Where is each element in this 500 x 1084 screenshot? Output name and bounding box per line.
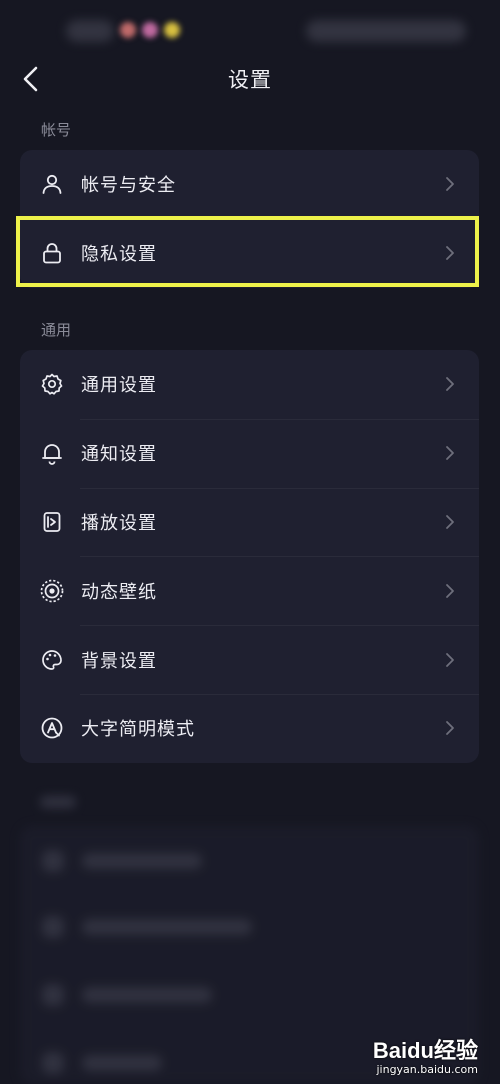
settings-item-large-text-mode[interactable]: 大字简明模式	[20, 693, 479, 763]
settings-item-label: 动态壁纸	[81, 581, 157, 603]
user-icon	[39, 171, 65, 197]
settings-item-label: 大字简明模式	[81, 719, 195, 741]
blurred-icon	[42, 1052, 64, 1074]
top-bar: 设置	[0, 55, 500, 103]
settings-item-account-security[interactable]: 帐号与安全	[20, 150, 479, 219]
status-bar	[0, 0, 500, 60]
live-wallpaper-icon	[39, 578, 65, 604]
watermark-logo: Baidu经验	[372, 1038, 478, 1063]
settings-item-label: 帐号与安全	[81, 175, 176, 197]
section-label-general: 通用	[41, 321, 72, 339]
blurred-section-label	[40, 796, 76, 808]
general-card: 通用设置 通知设置 播放设置 动态壁纸 背景设置 大字简明模式	[20, 350, 479, 763]
large-text-icon	[39, 715, 65, 741]
blurred-label	[82, 987, 212, 1003]
notification-icon	[120, 22, 136, 38]
status-time-blurred	[66, 20, 114, 42]
palette-icon	[39, 647, 65, 673]
settings-item-live-wallpaper[interactable]: 动态壁纸	[20, 556, 479, 625]
account-card: 帐号与安全 隐私设置	[20, 150, 479, 288]
page-title: 设置	[228, 68, 272, 92]
chevron-right-icon	[443, 174, 457, 194]
status-indicators-blurred	[306, 20, 466, 42]
settings-screen: 设置 帐号 帐号与安全 隐私设置 通用 通用设置 通知设置 播放设置 动态壁纸 …	[0, 0, 500, 1084]
bell-icon	[39, 440, 65, 466]
settings-item-label: 通用设置	[81, 375, 157, 397]
play-settings-icon	[39, 509, 65, 535]
chevron-right-icon	[443, 443, 457, 463]
chevron-right-icon	[443, 243, 457, 263]
settings-item-label: 通知设置	[81, 444, 157, 466]
notification-icon	[142, 22, 158, 38]
gear-icon	[39, 371, 65, 397]
blurred-icon	[42, 984, 64, 1006]
settings-item-label: 播放设置	[81, 512, 157, 534]
settings-item-playback[interactable]: 播放设置	[20, 487, 479, 557]
chevron-right-icon	[443, 650, 457, 670]
blurred-label	[82, 919, 252, 935]
chevron-right-icon	[443, 581, 457, 601]
watermark-url: jingyan.baidu.com	[376, 1063, 478, 1076]
settings-item-background[interactable]: 背景设置	[20, 625, 479, 694]
settings-item-label: 背景设置	[81, 650, 157, 672]
chevron-right-icon	[443, 718, 457, 738]
blurred-label	[82, 1055, 162, 1071]
chevron-right-icon	[443, 512, 457, 532]
settings-item-notifications[interactable]: 通知设置	[20, 418, 479, 488]
lock-icon	[39, 240, 65, 266]
settings-item-general[interactable]: 通用设置	[20, 350, 479, 419]
blurred-icon	[42, 850, 64, 872]
chevron-right-icon	[443, 374, 457, 394]
blurred-icon	[42, 916, 64, 938]
blurred-label	[82, 853, 202, 869]
notification-icon	[164, 22, 180, 38]
baidu-watermark: Baidu经验 jingyan.baidu.com	[373, 1033, 478, 1076]
settings-item-label: 隐私设置	[81, 244, 157, 266]
settings-item-privacy[interactable]: 隐私设置	[20, 218, 479, 288]
section-label-account: 帐号	[41, 121, 72, 139]
